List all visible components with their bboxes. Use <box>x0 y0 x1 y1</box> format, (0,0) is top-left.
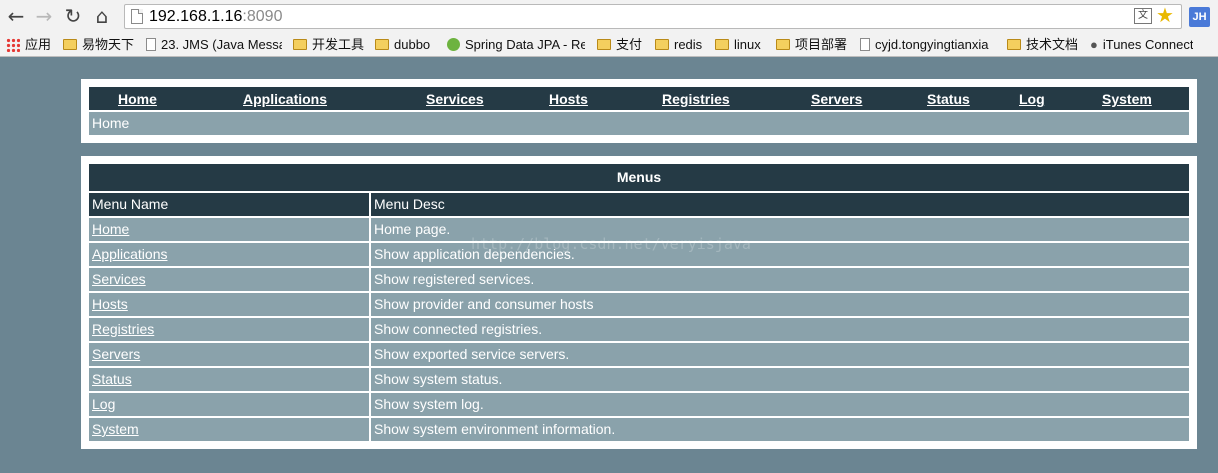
address-bar[interactable]: 192.168.1.16:8090 <box>124 4 1182 29</box>
table-row: Servers Show exported service servers. <box>89 343 1189 366</box>
nav-link-applications[interactable]: Applications <box>243 87 327 110</box>
menu-link-services[interactable]: Services <box>92 271 146 287</box>
breadcrumb: Home <box>89 112 1189 135</box>
column-header-menu-desc: Menu Desc <box>371 193 1189 216</box>
url-text: 192.168.1.16:8090 <box>149 8 283 25</box>
back-arrow-icon[interactable]: ← <box>5 5 27 27</box>
menus-panel: Menus Menu Name Menu Desc Home Home page… <box>81 156 1197 449</box>
translate-icon[interactable]: 文 <box>1134 8 1152 24</box>
menu-desc-cell: Show system status. <box>371 368 1189 391</box>
bookmark-spring[interactable]: Spring Data JPA - Re <box>447 35 585 54</box>
nav-link-registries[interactable]: Registries <box>662 87 730 110</box>
bookmark-folder[interactable]: 项目部署 <box>776 35 847 54</box>
spring-icon <box>447 38 460 52</box>
table-row: Log Show system log. <box>89 393 1189 416</box>
menu-desc-cell: Show provider and consumer hosts <box>371 293 1189 316</box>
menu-name-cell: Registries <box>89 318 369 341</box>
menu-link-status[interactable]: Status <box>92 371 132 387</box>
bookmark-apps[interactable]: 应用 <box>6 35 51 54</box>
menu-link-hosts[interactable]: Hosts <box>92 296 128 312</box>
bookmark-folder[interactable]: 易物天下 <box>63 35 134 54</box>
nav-link-servers[interactable]: Servers <box>811 87 862 110</box>
home-icon[interactable]: ⌂ <box>91 5 113 27</box>
bookmark-folder[interactable]: redis <box>655 35 702 54</box>
menu-desc-cell: Show registered services. <box>371 268 1189 291</box>
reload-icon[interactable]: ↻ <box>62 5 84 27</box>
watermark-text: http://blog.csdn.net/veryisjava <box>471 235 751 253</box>
apps-grid-icon <box>6 37 20 52</box>
bookmark-page[interactable]: 23. JMS (Java Messa <box>146 35 282 54</box>
table-header-row: Menu Name Menu Desc <box>89 193 1189 216</box>
table-row: System Show system environment informati… <box>89 418 1189 441</box>
table-row: Hosts Show provider and consumer hosts <box>89 293 1189 316</box>
bookmark-page[interactable]: cyjd.tongyingtianxia <box>860 35 994 54</box>
menu-name-cell: Log <box>89 393 369 416</box>
menu-name-cell: Servers <box>89 343 369 366</box>
bookmarks-bar: 应用 易物天下 23. JMS (Java Messa 开发工具 dubbo S… <box>0 32 1218 57</box>
bookmark-apple[interactable]: ● iTunes Connect <box>1090 35 1193 54</box>
folder-icon <box>715 39 729 51</box>
apple-icon: ● <box>1090 37 1098 53</box>
folder-icon <box>1007 39 1021 51</box>
nav-link-hosts[interactable]: Hosts <box>549 87 588 110</box>
menu-name-cell: Hosts <box>89 293 369 316</box>
folder-icon <box>375 39 389 51</box>
forward-arrow-icon[interactable]: → <box>33 5 55 27</box>
nav-panel: Home Applications Services Hosts Registr… <box>81 79 1197 143</box>
menu-link-system[interactable]: System <box>92 421 139 437</box>
bookmark-star-icon[interactable]: ★ <box>1156 4 1174 26</box>
nav-link-home[interactable]: Home <box>118 87 157 110</box>
menu-name-cell: System <box>89 418 369 441</box>
folder-icon <box>655 39 669 51</box>
nav-link-status[interactable]: Status <box>927 87 970 110</box>
top-menu-bar: Home Applications Services Hosts Registr… <box>89 87 1189 110</box>
nav-link-system[interactable]: System <box>1102 87 1152 110</box>
menu-desc-cell: Show system environment information. <box>371 418 1189 441</box>
bookmark-folder[interactable]: 技术文档 <box>1007 35 1078 54</box>
column-header-menu-name: Menu Name <box>89 193 369 216</box>
menu-link-log[interactable]: Log <box>92 396 115 412</box>
menu-link-home[interactable]: Home <box>92 221 129 237</box>
bookmark-folder[interactable]: dubbo <box>375 35 430 54</box>
nav-link-log[interactable]: Log <box>1019 87 1045 110</box>
folder-icon <box>597 39 611 51</box>
table-row: Services Show registered services. <box>89 268 1189 291</box>
menu-desc-cell: Show system log. <box>371 393 1189 416</box>
browser-toolbar: ← → ↻ ⌂ 192.168.1.16:8090 文 ★ JH <box>0 0 1218 32</box>
menu-link-registries[interactable]: Registries <box>92 321 154 337</box>
nav-link-services[interactable]: Services <box>426 87 484 110</box>
bookmark-folder[interactable]: 支付 <box>597 35 642 54</box>
menu-desc-cell: Show connected registries. <box>371 318 1189 341</box>
profile-avatar[interactable]: JH <box>1189 7 1210 27</box>
table-row: Registries Show connected registries. <box>89 318 1189 341</box>
table-row: Status Show system status. <box>89 368 1189 391</box>
folder-icon <box>293 39 307 51</box>
menus-table-title: Menus <box>89 164 1189 191</box>
folder-icon <box>63 39 77 51</box>
bookmark-folder[interactable]: 开发工具 <box>293 35 364 54</box>
menu-link-applications[interactable]: Applications <box>92 246 168 262</box>
page-icon <box>131 9 143 24</box>
menu-name-cell: Applications <box>89 243 369 266</box>
menu-name-cell: Home <box>89 218 369 241</box>
bookmark-folder[interactable]: linux <box>715 35 761 54</box>
page-icon <box>146 38 156 52</box>
menu-link-servers[interactable]: Servers <box>92 346 140 362</box>
menu-desc-cell: Show exported service servers. <box>371 343 1189 366</box>
folder-icon <box>776 39 790 51</box>
menu-name-cell: Status <box>89 368 369 391</box>
menu-name-cell: Services <box>89 268 369 291</box>
page-icon <box>860 38 870 52</box>
